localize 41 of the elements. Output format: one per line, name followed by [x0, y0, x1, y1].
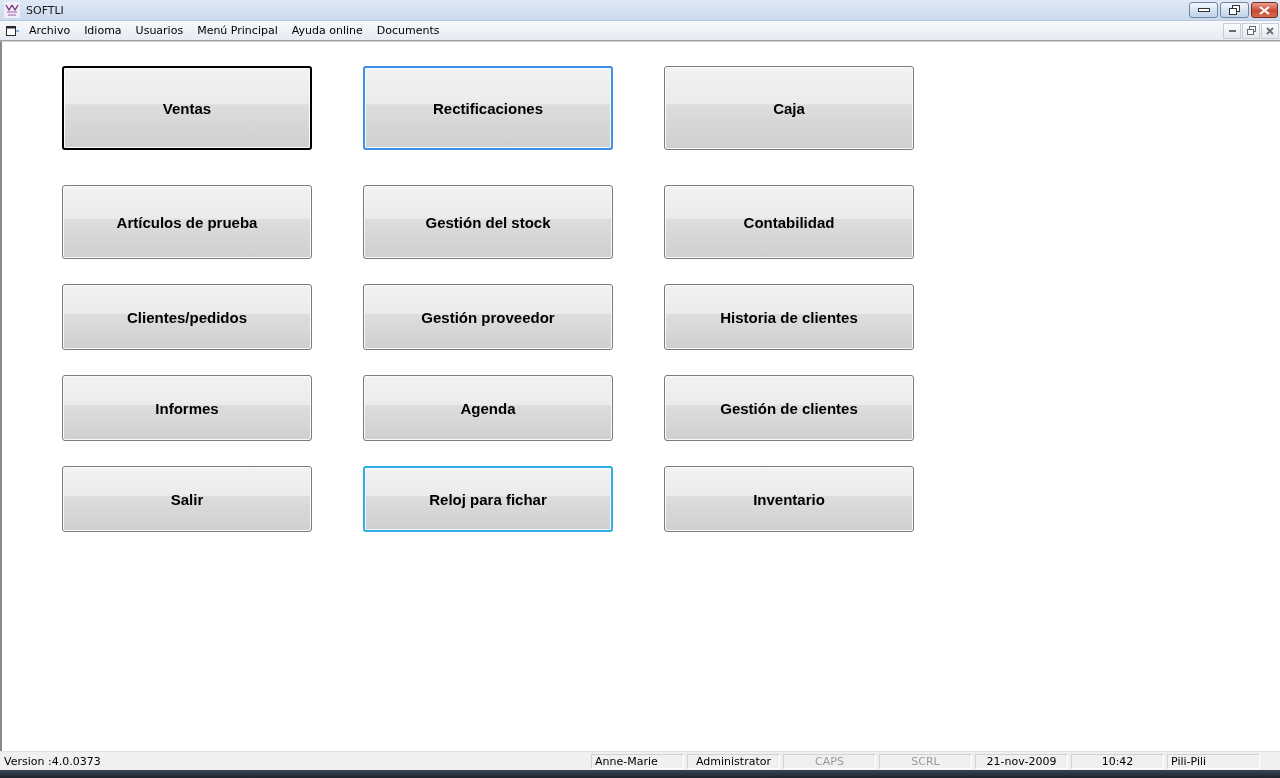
restore-icon: [1246, 26, 1256, 35]
menu-item[interactable]: Ayuda online: [284, 23, 370, 38]
menu-button[interactable]: Contabilidad: [664, 185, 914, 259]
menu-button[interactable]: Artículos de prueba: [62, 185, 312, 259]
menu-item[interactable]: Menú Principal: [190, 23, 285, 38]
status-panel: Anne-Marie: [591, 753, 684, 769]
menu-button[interactable]: Informes: [62, 375, 312, 441]
close-icon: [1266, 26, 1274, 35]
close-button[interactable]: [1251, 2, 1278, 18]
menu-item[interactable]: Documents: [369, 23, 447, 38]
window-icon[interactable]: [6, 24, 19, 37]
minimize-icon: [1228, 29, 1236, 32]
menu-item[interactable]: Usuarios: [128, 23, 191, 38]
window-title: SOFTLI: [26, 3, 64, 17]
status-panel: SCRL: [879, 753, 972, 769]
menu-button[interactable]: Inventario: [664, 466, 914, 532]
close-icon: [1259, 5, 1270, 15]
status-panel: 21-nov-2009: [975, 753, 1068, 769]
menu-button[interactable]: Gestión del stock: [363, 185, 613, 259]
menu-button[interactable]: Rectificaciones: [363, 66, 613, 150]
minimize-icon: [1197, 8, 1210, 12]
menu-item[interactable]: Archivo: [22, 23, 78, 38]
status-panel: Administrator: [687, 753, 780, 769]
menu-button[interactable]: Salir: [62, 466, 312, 532]
menu-button[interactable]: Ventas: [62, 66, 312, 150]
menu-button[interactable]: Agenda: [363, 375, 613, 441]
restore-icon: [1229, 5, 1240, 15]
menu-button[interactable]: Clientes/pedidos: [62, 284, 312, 350]
restore-button[interactable]: [1220, 2, 1249, 18]
menu-button[interactable]: Caja: [664, 66, 914, 150]
status-panel: CAPS: [783, 753, 876, 769]
menu-button[interactable]: Historia de clientes: [664, 284, 914, 350]
menu-button[interactable]: Gestión proveedor: [363, 284, 613, 350]
status-panel: Pili-Pili: [1167, 753, 1260, 769]
app-logo-icon: [4, 2, 20, 18]
minimize-button[interactable]: [1189, 2, 1218, 18]
menu-item[interactable]: Idioma: [77, 23, 129, 38]
status-panel: 10:42: [1071, 753, 1164, 769]
version-text: Version :4.0.0373: [3, 754, 102, 768]
menu-button[interactable]: Gestión de clientes: [664, 375, 914, 441]
menu-button[interactable]: Reloj para fichar: [363, 466, 613, 532]
